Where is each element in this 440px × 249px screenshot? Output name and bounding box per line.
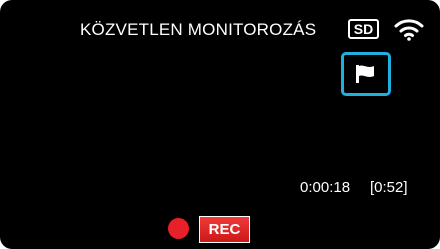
flag-button[interactable] bbox=[341, 52, 391, 96]
wifi-icon bbox=[394, 19, 424, 41]
flag-icon bbox=[356, 65, 374, 83]
record-dot-icon bbox=[168, 218, 189, 239]
live-monitoring-screen: KÖZVETLEN MONITOROZÁS SD 0:00:18 [0:52] … bbox=[0, 0, 440, 249]
sd-card-badge: SD bbox=[348, 19, 379, 39]
rec-button[interactable]: REC bbox=[199, 216, 250, 243]
remaining-time: [0:52] bbox=[370, 179, 408, 196]
screen-title: KÖZVETLEN MONITOROZÁS bbox=[80, 20, 317, 39]
elapsed-time: 0:00:18 bbox=[300, 179, 351, 196]
